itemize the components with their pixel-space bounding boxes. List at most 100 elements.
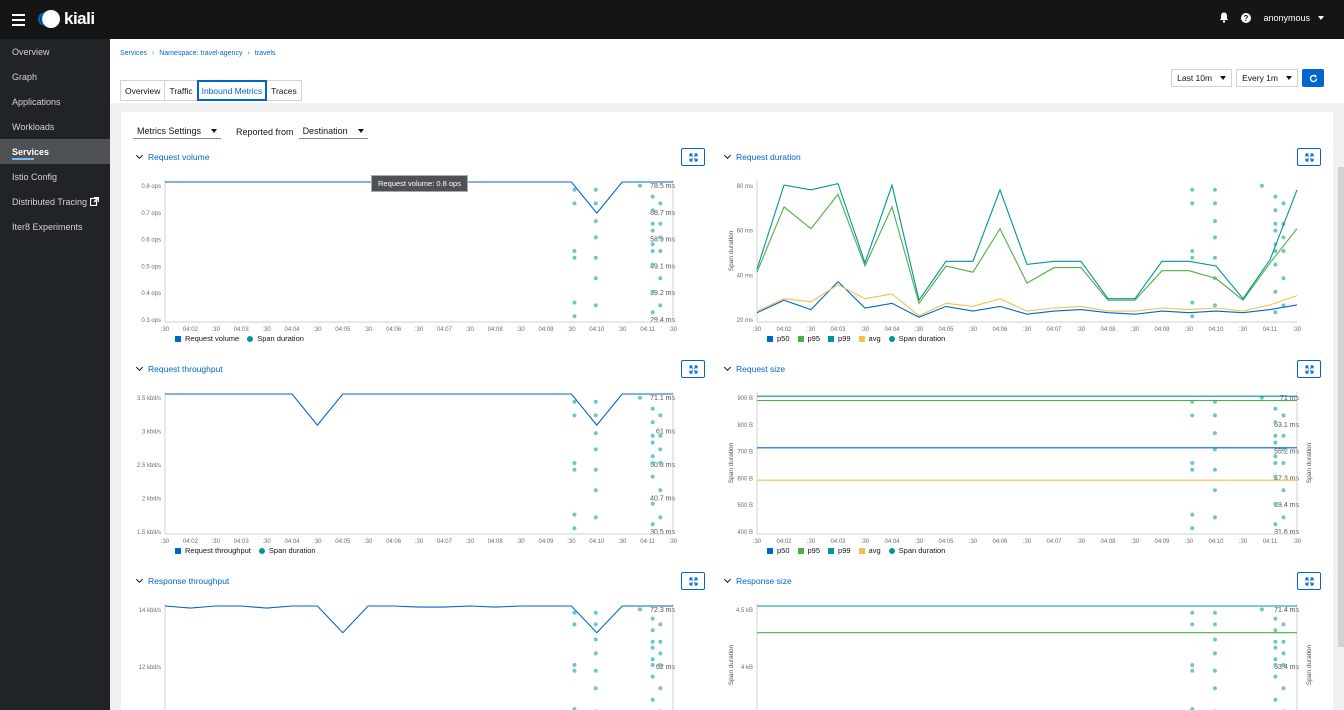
- span-duration-point[interactable]: [1212, 413, 1217, 418]
- legend-item-p50[interactable]: p50: [767, 334, 790, 343]
- span-duration-point[interactable]: [658, 413, 663, 418]
- breadcrumb-namespace[interactable]: Namespace: travel-agency: [159, 50, 242, 57]
- span-duration-point[interactable]: [593, 431, 598, 436]
- span-duration-point[interactable]: [650, 242, 655, 247]
- span-duration-point[interactable]: [593, 515, 598, 520]
- span-duration-point[interactable]: [1273, 208, 1278, 213]
- span-duration-point[interactable]: [593, 255, 598, 260]
- span-duration-point[interactable]: [1281, 276, 1286, 281]
- span-duration-point[interactable]: [572, 249, 577, 253]
- span-duration-point[interactable]: [658, 461, 663, 465]
- span-duration-point[interactable]: [572, 512, 577, 517]
- span-duration-point[interactable]: [1281, 651, 1286, 656]
- refresh-button[interactable]: [1302, 69, 1324, 87]
- span-duration-point[interactable]: [572, 187, 577, 192]
- span-duration-point[interactable]: [1281, 663, 1286, 667]
- span-duration-point[interactable]: [650, 406, 655, 411]
- metrics-settings-dropdown[interactable]: Metrics Settings: [133, 124, 222, 139]
- span-duration-point[interactable]: [572, 255, 577, 260]
- span-duration-point[interactable]: [650, 310, 655, 315]
- span-duration-point[interactable]: [1190, 413, 1195, 418]
- span-duration-point[interactable]: [1190, 610, 1195, 615]
- span-duration-point[interactable]: [572, 413, 577, 418]
- span-duration-point[interactable]: [593, 235, 598, 240]
- refresh-interval-select[interactable]: Every 1m: [1236, 69, 1298, 87]
- span-duration-point[interactable]: [1273, 674, 1278, 679]
- span-duration-point[interactable]: [637, 395, 642, 400]
- span-duration-point[interactable]: [637, 183, 642, 188]
- span-duration-point[interactable]: [1212, 637, 1217, 642]
- tab-inbound-metrics[interactable]: Inbound Metrics: [196, 80, 268, 101]
- span-duration-point[interactable]: [593, 686, 598, 691]
- span-duration-point[interactable]: [1273, 420, 1278, 425]
- span-duration-point[interactable]: [1212, 431, 1217, 436]
- span-duration-point[interactable]: [650, 289, 655, 294]
- span-duration-point[interactable]: [1212, 201, 1217, 206]
- span-duration-point[interactable]: [1212, 515, 1217, 520]
- span-duration-point[interactable]: [593, 219, 598, 224]
- legend-item-p95[interactable]: p95: [797, 334, 820, 343]
- span-duration-point[interactable]: [1212, 255, 1217, 260]
- span-duration-point[interactable]: [1273, 228, 1278, 233]
- span-duration-point[interactable]: [658, 447, 663, 452]
- span-duration-point[interactable]: [658, 201, 663, 206]
- span-duration-point[interactable]: [658, 622, 663, 627]
- span-duration-point[interactable]: [1273, 639, 1278, 644]
- span-duration-point[interactable]: [1273, 474, 1278, 479]
- span-duration-point[interactable]: [572, 461, 577, 465]
- span-duration-point[interactable]: [1273, 628, 1278, 633]
- span-duration-point[interactable]: [650, 433, 655, 438]
- span-duration-point[interactable]: [1273, 645, 1278, 650]
- span-duration-point[interactable]: [650, 228, 655, 233]
- span-duration-point[interactable]: [1212, 686, 1217, 691]
- span-duration-point[interactable]: [1190, 668, 1195, 673]
- span-duration-point[interactable]: [1281, 201, 1286, 206]
- span-duration-point[interactable]: [593, 276, 598, 281]
- span-duration-point[interactable]: [1212, 219, 1217, 224]
- sidebar-item-distributed-tracing[interactable]: Distributed Tracing: [0, 189, 110, 214]
- span-duration-point[interactable]: [1281, 433, 1286, 438]
- span-duration-point[interactable]: [658, 249, 663, 253]
- span-duration-point[interactable]: [650, 501, 655, 506]
- span-duration-point[interactable]: [1273, 454, 1278, 459]
- span-duration-point[interactable]: [572, 668, 577, 673]
- sidebar-item-iter8-experiments[interactable]: Iter8 Experiments: [0, 214, 110, 239]
- reported-from-select[interactable]: Destination: [298, 124, 368, 139]
- span-duration-point[interactable]: [658, 515, 663, 520]
- span-duration-point[interactable]: [1273, 697, 1278, 702]
- legend-item-span-duration[interactable]: Span duration: [247, 334, 304, 343]
- span-duration-point[interactable]: [572, 663, 577, 667]
- span-duration-point[interactable]: [650, 657, 655, 662]
- series-line-request-throughput[interactable]: [165, 393, 673, 426]
- span-duration-point[interactable]: [650, 645, 655, 650]
- sidebar-item-services[interactable]: Services: [0, 139, 110, 164]
- span-duration-point[interactable]: [1212, 235, 1217, 240]
- series-line-p50[interactable]: [756, 280, 1298, 318]
- span-duration-point[interactable]: [593, 467, 598, 472]
- span-duration-point[interactable]: [1273, 522, 1278, 527]
- legend-item-span-duration[interactable]: Span duration: [888, 334, 945, 343]
- breadcrumb-services[interactable]: Services: [120, 50, 147, 57]
- span-duration-point[interactable]: [1281, 488, 1286, 493]
- span-duration-point[interactable]: [1212, 668, 1217, 673]
- span-duration-point[interactable]: [650, 454, 655, 459]
- span-duration-point[interactable]: [593, 668, 598, 673]
- breadcrumb-service[interactable]: travels: [255, 50, 276, 57]
- span-duration-point[interactable]: [1281, 461, 1286, 465]
- span-duration-point[interactable]: [1212, 467, 1217, 472]
- span-duration-point[interactable]: [1190, 187, 1195, 192]
- span-duration-point[interactable]: [1273, 221, 1278, 226]
- span-duration-point[interactable]: [650, 221, 655, 226]
- span-duration-point[interactable]: [1273, 433, 1278, 438]
- span-duration-point[interactable]: [1281, 413, 1286, 418]
- span-duration-point[interactable]: [572, 526, 577, 531]
- span-duration-point[interactable]: [1273, 663, 1278, 667]
- span-duration-point[interactable]: [650, 420, 655, 425]
- span-duration-point[interactable]: [1281, 686, 1286, 691]
- span-duration-point[interactable]: [658, 221, 663, 226]
- span-duration-point[interactable]: [572, 201, 577, 206]
- span-duration-point[interactable]: [650, 639, 655, 644]
- series-line-response-throughput[interactable]: [164, 605, 673, 634]
- span-duration-point[interactable]: [650, 474, 655, 479]
- sidebar-item-applications[interactable]: Applications: [0, 89, 110, 114]
